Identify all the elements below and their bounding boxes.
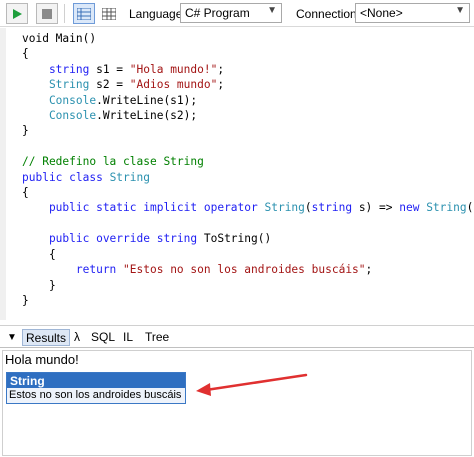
code-line: } — [22, 123, 474, 138]
result-object: String Estos no son los androides buscái… — [6, 372, 186, 404]
code-token: String — [426, 201, 467, 215]
code-line: void Main() — [22, 31, 474, 46]
code-token: string — [311, 201, 359, 215]
result-type-header[interactable]: String — [7, 373, 185, 388]
code-token: "Hola mundo!" — [129, 62, 218, 76]
results-tab-bar: ▼ Results λ SQL IL Tree — [0, 325, 474, 347]
language-value: C# Program — [185, 6, 250, 20]
code-line: { — [22, 185, 474, 200]
play-icon — [13, 8, 22, 19]
code-token: String — [109, 170, 150, 184]
code-line: Console.WriteLine(s1); — [22, 93, 474, 108]
code-token: ( — [304, 201, 312, 215]
code-token: void Main() — [22, 32, 97, 45]
code-token: "Adios mundo" — [129, 78, 218, 92]
code-token: (); — [466, 201, 474, 215]
code-line: Console.WriteLine(s2); — [22, 108, 474, 123]
connection-value: <None> — [360, 6, 403, 20]
code-token: { — [22, 47, 29, 61]
code-token: .WriteLine(s1); — [96, 93, 198, 107]
toolbar: Language C# Program ▼ Connection <None> … — [0, 0, 474, 27]
code-text[interactable]: void Main(){ string s1 = "Hola mundo!"; … — [22, 31, 474, 308]
code-line: } — [22, 278, 474, 293]
code-token: string — [22, 62, 97, 76]
stop-button[interactable] — [36, 3, 58, 24]
code-token: public static implicit operator — [22, 201, 265, 215]
connection-label: Connection — [296, 7, 357, 21]
code-token: s2 = — [96, 78, 130, 92]
toolbar-separator — [64, 4, 65, 23]
code-token: Console — [22, 109, 97, 123]
code-token: Console — [22, 93, 97, 107]
code-line: { — [22, 247, 474, 262]
code-line: String s2 = "Adios mundo"; — [22, 77, 474, 92]
tab-tree[interactable]: Tree — [142, 329, 172, 346]
code-line: public override string ToString() — [22, 231, 474, 246]
language-label: Language — [129, 7, 183, 21]
code-token: } — [22, 278, 56, 292]
code-line: { — [22, 46, 474, 61]
code-token: public class — [22, 170, 110, 184]
code-line: } — [22, 293, 474, 308]
language-select[interactable]: C# Program ▼ — [180, 3, 282, 23]
stop-icon — [42, 8, 52, 19]
code-token: return — [22, 263, 124, 277]
tab-il[interactable]: IL — [120, 329, 136, 346]
editor-gutter — [0, 28, 6, 320]
code-token: String — [264, 201, 305, 215]
annotation-arrow-icon — [196, 373, 308, 396]
tab-sql[interactable]: SQL — [88, 329, 118, 346]
code-token: } — [22, 124, 29, 138]
code-token: String — [22, 78, 97, 92]
code-line: public class String — [22, 170, 474, 185]
code-token: new — [399, 201, 427, 215]
results-grid-button[interactable] — [98, 3, 120, 24]
code-token: // Redefino la clase String — [22, 155, 204, 169]
results-rich-text-button[interactable] — [73, 3, 95, 24]
results-panel: Hola mundo! String Estos no son los andr… — [0, 347, 474, 457]
code-token: { — [22, 186, 29, 200]
chevron-down-icon: ▼ — [267, 5, 277, 16]
code-token: ; — [365, 263, 373, 277]
code-token: ; — [217, 78, 225, 92]
result-value: Estos no son los androides buscáis — [7, 388, 185, 403]
code-token: s1 = — [96, 62, 130, 76]
code-token: public override string — [22, 232, 204, 246]
grid-icon — [102, 7, 116, 20]
code-token: ; — [217, 62, 225, 76]
code-token: s) => — [358, 201, 400, 215]
code-token: } — [22, 293, 29, 307]
code-token: .WriteLine(s2); — [96, 109, 198, 123]
connection-select[interactable]: <None> ▼ — [355, 3, 470, 23]
code-token: ToString() — [203, 232, 272, 246]
tab-results[interactable]: Results — [22, 329, 71, 346]
code-line: public static implicit operator String(s… — [22, 200, 474, 215]
code-token: { — [22, 247, 56, 261]
collapse-results-toggle[interactable]: ▼ — [4, 331, 20, 348]
output-line: Hola mundo! — [5, 352, 79, 367]
code-token: "Estos no son los androides buscáis" — [123, 263, 366, 277]
code-editor[interactable]: void Main(){ string s1 = "Hola mundo!"; … — [0, 28, 474, 320]
code-line: // Redefino la clase String — [22, 154, 474, 169]
code-line: string s1 = "Hola mundo!"; — [22, 62, 474, 77]
tab-lambda[interactable]: λ — [71, 329, 83, 346]
code-line: return "Estos no son los androides buscá… — [22, 262, 474, 277]
run-button[interactable] — [6, 3, 28, 24]
list-grid-icon — [77, 7, 91, 20]
chevron-down-icon: ▼ — [455, 5, 465, 16]
